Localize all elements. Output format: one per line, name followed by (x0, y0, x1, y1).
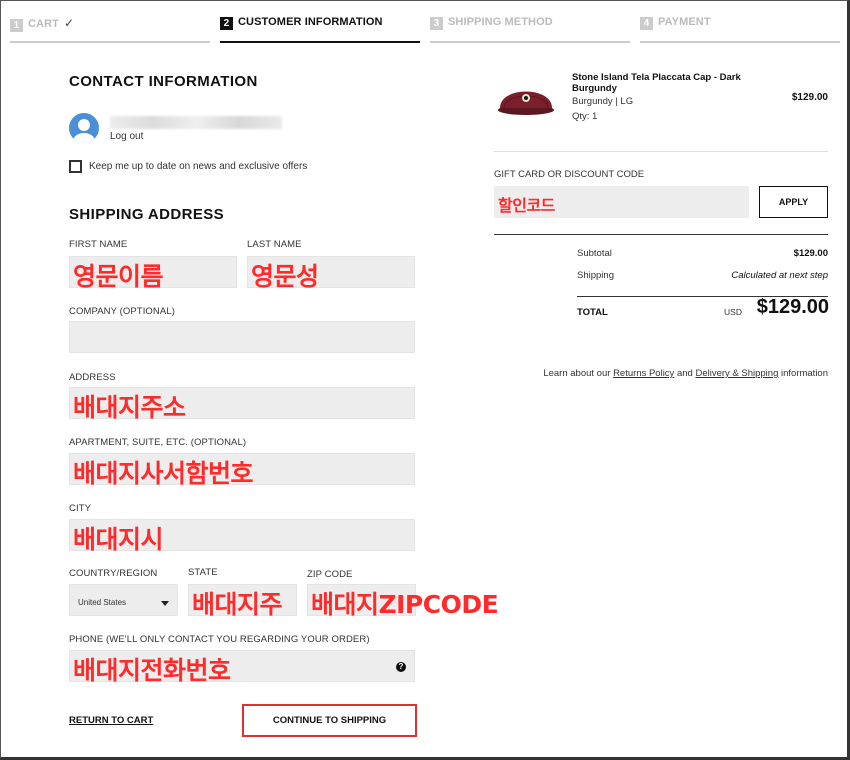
apartment-label: APARTMENT, SUITE, ETC. (OPTIONAL) (69, 437, 247, 448)
step-number: 4 (640, 17, 653, 30)
help-icon[interactable]: ? (396, 662, 406, 672)
policy-note-prefix: Learn about our (543, 368, 611, 379)
state-value: 배대지주 (192, 590, 283, 619)
policy-note-suffix: information (781, 368, 828, 379)
redacted-email (110, 116, 282, 129)
divider (494, 234, 828, 235)
zip-value: 배대지ZIPCODE (311, 590, 499, 619)
step-label: SHIPPING METHOD (448, 16, 553, 28)
shipping-title: SHIPPING ADDRESS (69, 206, 225, 223)
phone-label: PHONE (WE'LL ONLY CONTACT YOU REGARDING … (69, 634, 370, 645)
shipping-value: Calculated at next step (731, 270, 828, 281)
step-payment: 4 PAYMENT (640, 16, 840, 44)
logout-link[interactable]: Log out (110, 131, 143, 142)
step-label: CUSTOMER INFORMATION (238, 16, 383, 28)
phone-value: 배대지전화번호 (73, 656, 231, 685)
discount-code-field[interactable]: 할인코드 (494, 186, 749, 218)
returns-policy-link[interactable]: Returns Policy (613, 368, 674, 379)
step-progress-bar (640, 41, 840, 43)
avatar-head (78, 119, 90, 131)
step-number: 3 (430, 17, 443, 30)
step-number: 1 (10, 19, 23, 32)
policy-note-and: and (676, 368, 693, 379)
address-label: ADDRESS (69, 372, 116, 383)
product-price: $129.00 (791, 92, 828, 103)
chevron-down-icon (161, 601, 169, 606)
step-number: 2 (220, 17, 233, 30)
divider (494, 151, 828, 152)
currency-code: USD (724, 307, 742, 317)
first-name-value: 영문이름 (73, 262, 164, 291)
first-name-field[interactable]: 영문이름 (69, 256, 237, 291)
phone-field[interactable]: 배대지전화번호 ? (69, 650, 415, 685)
product-quantity: Qty: 1 (572, 111, 598, 122)
last-name-field[interactable]: 영문성 (247, 256, 415, 291)
continue-to-shipping-button[interactable]: CONTINUE TO SHIPPING (242, 704, 417, 737)
discount-code-value: 할인코드 (498, 196, 555, 215)
check-icon: ✓ (63, 16, 75, 30)
address-value: 배대지주소 (73, 393, 186, 422)
step-label: PAYMENT (658, 16, 711, 28)
city-label: CITY (69, 503, 92, 514)
product-name: Stone Island Tela Placcata Cap - Dark Bu… (572, 72, 741, 94)
total-value: $129.00 (756, 296, 829, 318)
last-name-label: LAST NAME (247, 239, 302, 250)
last-name-value: 영문성 (251, 262, 319, 291)
page-frame (0, 0, 850, 760)
step-label: CART (28, 18, 59, 30)
delivery-shipping-link[interactable]: Delivery & Shipping (695, 368, 778, 379)
newsletter-checkbox[interactable] (69, 160, 82, 173)
city-value: 배대지시 (73, 525, 164, 554)
step-progress-bar (220, 41, 420, 43)
zip-label: ZIP CODE (307, 569, 353, 580)
country-label: COUNTRY/REGION (69, 568, 158, 579)
country-select[interactable]: United States (69, 584, 178, 616)
product-variant: Burgundy | LG (572, 96, 634, 107)
city-field[interactable]: 배대지시 (69, 519, 415, 554)
step-customer-information: 2 CUSTOMER INFORMATION (220, 16, 420, 44)
policy-note: Learn about our Returns Policy and Deliv… (494, 368, 828, 379)
first-name-label: FIRST NAME (69, 239, 128, 250)
return-to-cart-link[interactable]: RETURN TO CART (69, 715, 153, 726)
step-progress-bar (10, 41, 210, 43)
avatar-body (73, 133, 95, 143)
step-shipping-method: 3 SHIPPING METHOD (430, 16, 630, 44)
subtotal-label: Subtotal (577, 248, 612, 259)
step-progress-bar (430, 41, 630, 43)
apartment-value: 배대지사서함번호 (73, 459, 254, 488)
apply-button[interactable]: APPLY (759, 186, 828, 218)
country-value: United States (78, 598, 127, 607)
gift-card-label: GIFT CARD OR DISCOUNT CODE (494, 169, 645, 180)
apartment-field[interactable]: 배대지사서함번호 (69, 453, 415, 488)
address-field[interactable]: 배대지주소 (69, 387, 415, 422)
company-field[interactable] (69, 321, 415, 353)
step-cart[interactable]: 1 CART ✓ (10, 16, 210, 44)
zip-field[interactable]: 배대지ZIPCODE (307, 584, 499, 619)
subtotal-value: $129.00 (793, 248, 828, 259)
avatar (69, 113, 99, 143)
newsletter-label: Keep me up to date on news and exclusive… (89, 161, 308, 172)
company-label: COMPANY (OPTIONAL) (69, 306, 175, 317)
shipping-label: Shipping (577, 270, 614, 281)
state-label: STATE (188, 567, 218, 578)
contact-title: CONTACT INFORMATION (69, 73, 258, 90)
state-field[interactable]: 배대지주 (188, 584, 297, 619)
product-thumbnail (498, 91, 554, 115)
total-label: TOTAL (577, 307, 608, 318)
